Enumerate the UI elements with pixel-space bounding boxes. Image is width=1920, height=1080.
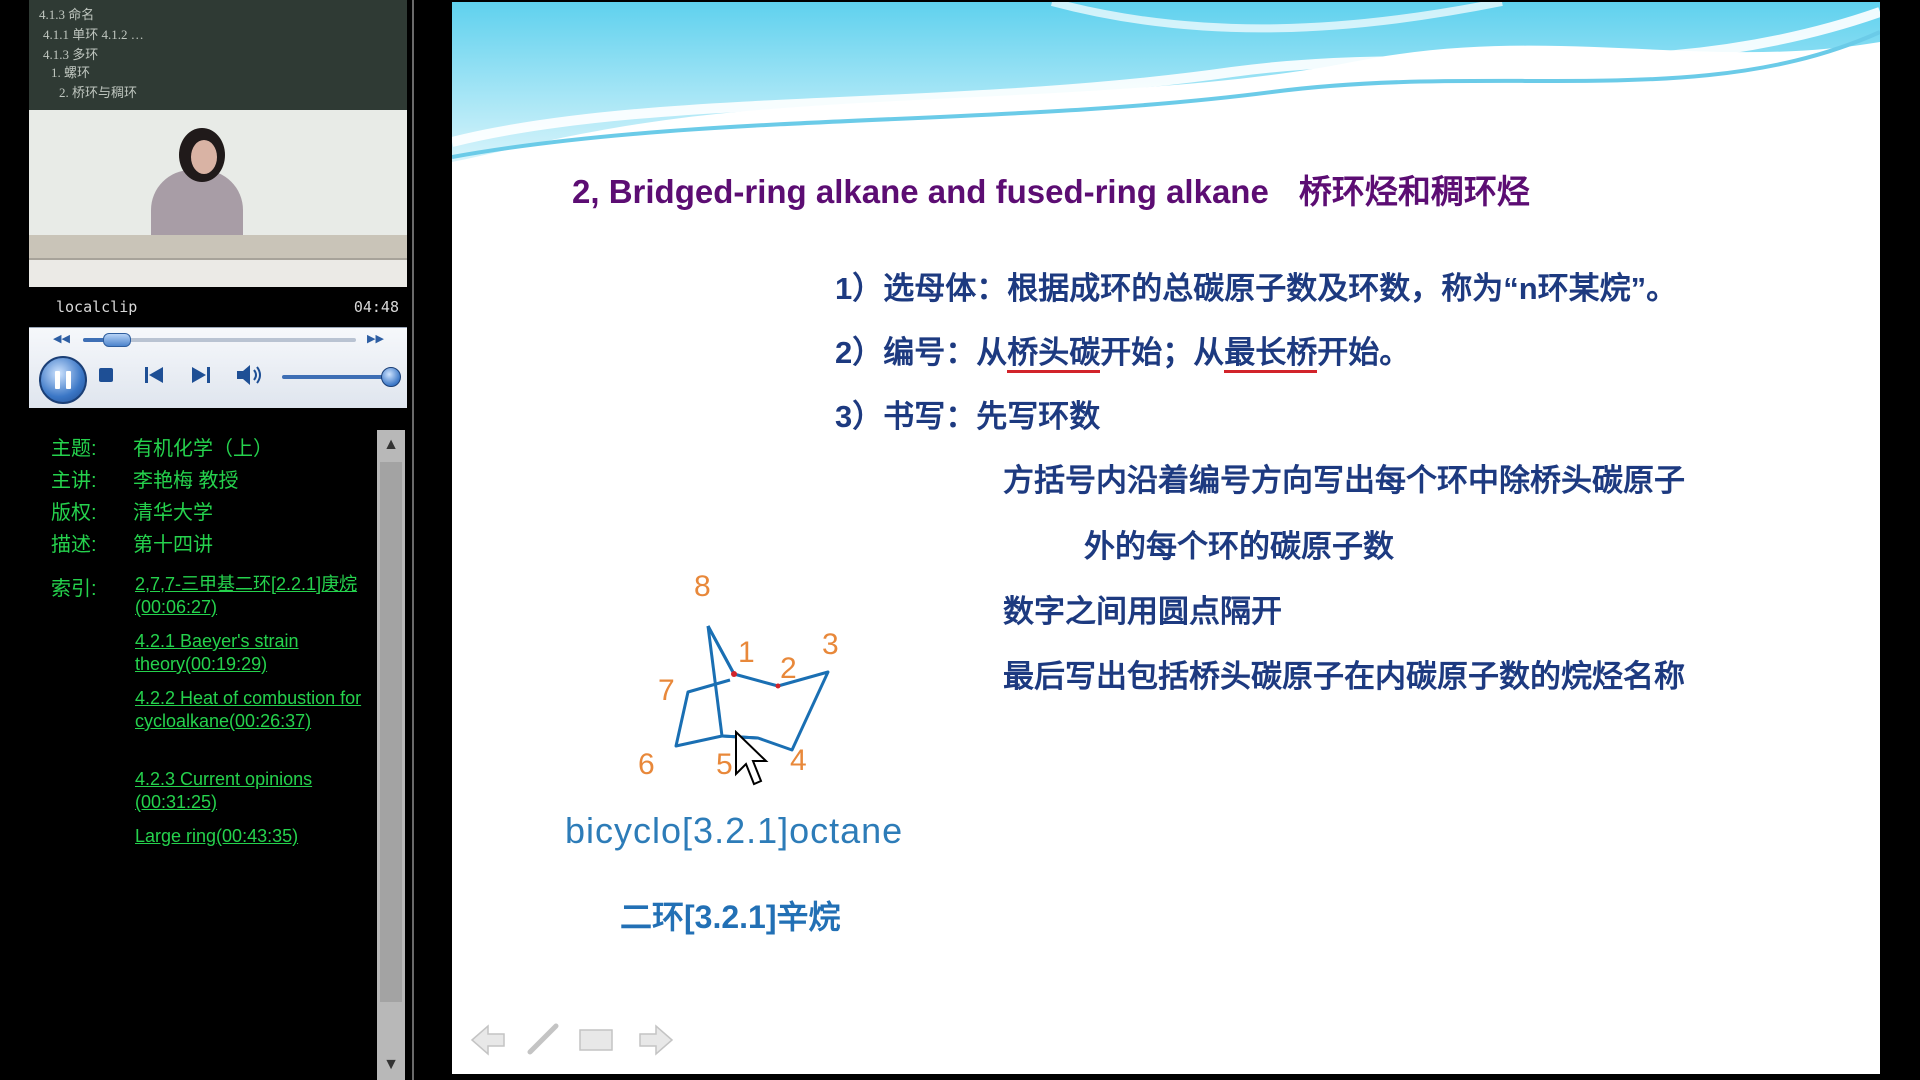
rule-2-text: 开始；从 [1100, 335, 1225, 370]
stop-button[interactable] [99, 368, 113, 382]
seek-thumb[interactable] [103, 333, 132, 347]
window-edge [1880, 0, 1920, 1080]
info-key: 索引: [51, 578, 97, 600]
menu-icon[interactable] [579, 1029, 613, 1051]
rule-3-detail: 方括号内沿着编号方向写出每个环中除桥头碳原子 [1003, 463, 1685, 498]
previous-slide-icon[interactable] [470, 1024, 505, 1056]
rule-2-underlined: 最长桥 [1224, 335, 1318, 373]
volume-button[interactable] [235, 363, 265, 387]
presentation-slide: 2, Bridged-ring alkane and fused-ring al… [452, 2, 1880, 1074]
atom-label: 3 [822, 628, 839, 661]
mouse-pointer-icon [735, 730, 769, 786]
info-value: 清华大学 [133, 502, 213, 524]
info-description: 描述: 第十四讲 [51, 528, 213, 557]
info-key: 主讲: [51, 470, 97, 492]
clip-name: localclip [56, 298, 138, 316]
skip-forward-icon [192, 367, 210, 383]
fast-forward-icon[interactable]: ▶▶ [367, 332, 384, 345]
board-text: 1. 螺环 [51, 65, 91, 80]
pause-icon [55, 371, 60, 389]
scroll-down-icon[interactable]: ▼ [377, 1050, 405, 1080]
atom-label: 1 [738, 636, 755, 669]
pen-icon[interactable] [527, 1023, 559, 1055]
atom-label: 4 [790, 744, 807, 777]
index-link[interactable]: 4.2.1 Baeyer's strain theory(00:19:29) [135, 630, 365, 676]
rule-1: 1）选母体：根据成环的总碳原子数及环数，称为“n环某烷”。 [835, 271, 1678, 306]
volume-thumb[interactable] [381, 367, 401, 387]
next-slide-icon[interactable] [639, 1024, 674, 1056]
panel-divider [412, 0, 414, 1080]
lecturer-face [191, 140, 217, 174]
index-link[interactable]: 4.2.2 Heat of combustion for cycloalkane… [135, 687, 365, 733]
atom-label: 2 [780, 652, 797, 685]
atom-label: 7 [658, 674, 675, 707]
playback-controls: ◀◀ ▶▶ [29, 327, 407, 408]
info-index-label: 索引: [51, 572, 133, 601]
board-text: 4.1.3 命名 [39, 7, 95, 22]
clip-info-bar: localclip 04:48 [29, 287, 407, 327]
lecture-desk-front [29, 258, 407, 287]
rule-2-text: 2）编号：从 [835, 335, 1008, 370]
title-chinese: 桥环烃和稠环烃 [1298, 173, 1530, 210]
molecule-name: bicyclo[3.2.1]octane [565, 810, 904, 851]
seek-bar[interactable] [83, 333, 356, 347]
scroll-thumb[interactable] [380, 462, 402, 1002]
info-value: 有机化学（上） [133, 438, 273, 460]
info-scrollbar[interactable]: ▲ ▼ [377, 430, 405, 1080]
speaker-icon [237, 365, 261, 385]
index-link[interactable]: Large ring(00:43:35) [135, 825, 365, 848]
rule-2-underlined: 桥头碳 [1007, 335, 1101, 373]
board-text: 4.1.1 单环 4.1.2 … [43, 27, 144, 42]
next-button[interactable] [189, 364, 213, 386]
pause-icon-bar [66, 371, 71, 389]
title-english: 2, Bridged-ring alkane and fused-ring al… [572, 173, 1269, 210]
slide-navigation [470, 1023, 674, 1056]
atom-label: 6 [638, 748, 655, 781]
info-copyright: 版权: 清华大学 [51, 496, 213, 525]
skip-back-icon [145, 367, 163, 383]
board-text: 2. 桥环与稠环 [59, 85, 138, 100]
index-link[interactable]: 4.2.3 Current opinions (00:31:25) [135, 768, 365, 814]
info-value: 第十四讲 [133, 534, 213, 556]
atom-label: 5 [716, 748, 733, 781]
info-key: 主题: [51, 438, 97, 460]
pause-button[interactable] [39, 356, 87, 404]
video-frame[interactable]: 4.1.3 命名 4.1.1 单环 4.1.2 … 4.1.3 多环 1. 螺环… [29, 0, 407, 287]
board-text: 4.1.3 多环 [43, 47, 99, 62]
scroll-up-icon[interactable]: ▲ [377, 430, 405, 460]
info-value: 李艳梅 教授 [133, 470, 239, 492]
info-lecturer: 主讲: 李艳梅 教授 [51, 464, 239, 493]
player-panel: 4.1.3 命名 4.1.1 单环 4.1.2 … 4.1.3 多环 1. 螺环… [29, 0, 407, 1080]
rule-3-detail: 最后写出包括桥头碳原子在内碳原子数的烷烃名称 [1003, 659, 1685, 694]
rule-3-detail: 数字之间用圆点隔开 [1003, 594, 1282, 629]
index-link[interactable]: 2,7,7-三甲基二环[2.2.1]庚烷(00:06:27) [135, 573, 365, 619]
rule-2: 2）编号：从桥头碳开始；从最长桥开始。 [835, 327, 1411, 373]
slide-title: 2, Bridged-ring alkane and fused-ring al… [572, 165, 1530, 213]
previous-button[interactable] [142, 364, 166, 386]
blackboard: 4.1.3 命名 4.1.1 单环 4.1.2 … 4.1.3 多环 1. 螺环… [29, 0, 407, 110]
molecule-name-chinese: 二环[3.2.1]辛烷 [620, 899, 841, 935]
info-key: 描述: [51, 534, 97, 556]
header-wave-decoration [452, 2, 1880, 162]
atom-label: 8 [694, 570, 711, 603]
lecture-info: 主题: 有机化学（上） 主讲: 李艳梅 教授 版权: 清华大学 描述: 第十四讲 索引:… [29, 408, 379, 1080]
info-topic: 主题: 有机化学（上） [51, 432, 273, 461]
rule-2-text: 开始。 [1317, 335, 1411, 370]
rule-3: 3）书写：先写环数 [835, 399, 1101, 434]
rule-3-detail: 外的每个环的碳原子数 [1084, 529, 1394, 564]
clip-time: 04:48 [353, 298, 399, 316]
rewind-icon[interactable]: ◀◀ [53, 332, 70, 345]
info-key: 版权: [51, 502, 97, 524]
bridgehead-dot [731, 671, 737, 677]
